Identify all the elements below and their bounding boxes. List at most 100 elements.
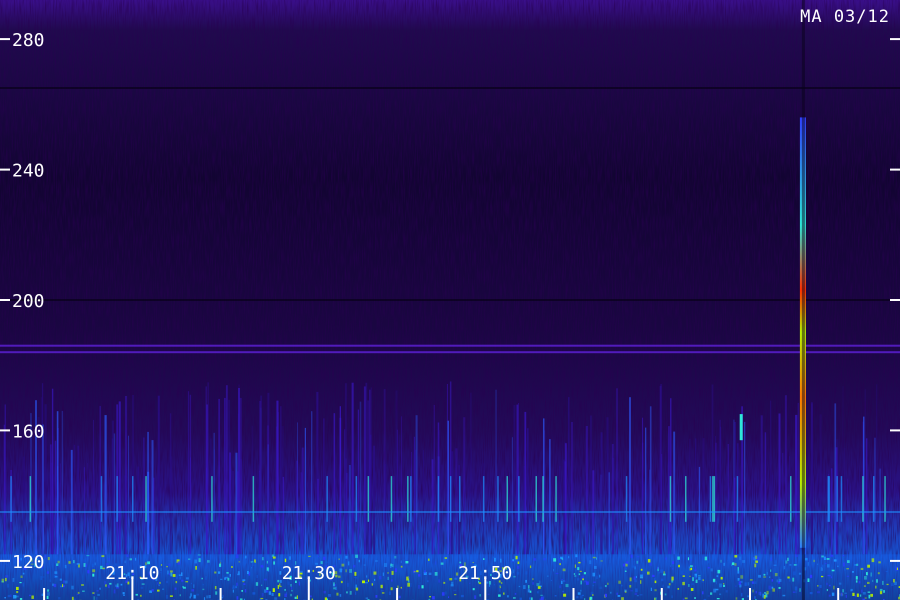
noise-floor-speck xyxy=(766,571,768,575)
noise-floor-speck xyxy=(809,592,813,595)
noise-floor-speck xyxy=(224,577,226,580)
noise-floor-speck xyxy=(99,587,101,590)
noise-floor-speck xyxy=(451,581,454,586)
noise-streak xyxy=(720,426,722,555)
noise-floor-speck xyxy=(692,577,694,582)
noise-floor-speck xyxy=(513,597,516,599)
noise-floor-speck xyxy=(47,592,50,596)
noise-floor-speck xyxy=(624,570,627,572)
noise-floor-speck xyxy=(387,576,389,580)
noise-floor-speck xyxy=(100,565,103,570)
noise-floor-speck xyxy=(636,595,639,597)
noise-floor-speck xyxy=(120,583,123,586)
noise-streak-bright xyxy=(685,476,687,522)
noise-floor-speck xyxy=(574,575,577,577)
noise-floor-speck xyxy=(563,593,567,597)
noise-floor-speck xyxy=(589,560,592,564)
noise-floor-speck xyxy=(190,582,192,585)
noise-floor-speck xyxy=(830,554,834,557)
noise-floor-speck xyxy=(93,596,95,600)
noise-floor-speck xyxy=(716,580,717,585)
noise-streak-bright xyxy=(145,476,147,522)
noise-floor-speck xyxy=(29,594,31,597)
noise-floor-speck xyxy=(398,595,401,599)
noise-floor-speck xyxy=(625,563,628,567)
noise-floor-speck xyxy=(227,577,230,581)
noise-floor-speck xyxy=(830,576,833,579)
noise-floor-speck xyxy=(667,585,670,589)
noise-floor-speck xyxy=(338,558,340,560)
noise-floor-speck xyxy=(365,597,369,600)
x-tick-label: 21:10 xyxy=(105,563,159,584)
noise-streak xyxy=(357,409,359,555)
noise-floor-speck xyxy=(234,585,237,589)
noise-floor-speck xyxy=(198,558,201,563)
noise-floor-speck xyxy=(115,584,119,587)
noise-floor-speck xyxy=(855,576,858,580)
noise-floor-speck xyxy=(232,589,234,593)
noise-floor-speck xyxy=(592,572,595,577)
noise-streak-bright xyxy=(712,476,714,522)
noise-floor-speck xyxy=(838,582,842,585)
noise-floor-speck xyxy=(664,557,667,560)
noise-floor-speck xyxy=(698,576,701,580)
noise-floor-speck xyxy=(555,564,557,568)
noise-floor-speck xyxy=(105,584,107,587)
noise-streak-bright xyxy=(326,476,328,522)
noise-floor-speck xyxy=(46,595,49,599)
noise-floor-speck xyxy=(31,595,34,599)
noise-floor-speck xyxy=(896,567,898,570)
noise-floor-speck xyxy=(382,572,384,576)
noise-floor-speck xyxy=(847,560,850,563)
noise-floor-speck xyxy=(647,571,650,575)
noise-floor-speck xyxy=(243,583,246,585)
noise-floor-speck xyxy=(864,576,867,580)
noise-floor-speck xyxy=(577,592,581,595)
noise-floor-speck xyxy=(783,565,786,570)
noise-streak xyxy=(23,456,25,555)
noise-floor-speck xyxy=(179,576,181,580)
noise-streak xyxy=(323,418,325,555)
noise-floor-speck xyxy=(260,565,264,568)
noise-streak-bright xyxy=(709,476,712,522)
noise-floor-speck xyxy=(255,582,259,586)
noise-streak xyxy=(267,425,269,555)
noise-floor-speck xyxy=(640,574,643,579)
noise-floor-speck xyxy=(758,574,761,578)
noise-floor-speck xyxy=(264,589,267,593)
noise-floor-speck xyxy=(277,579,280,583)
noise-floor-speck xyxy=(807,578,810,582)
noise-streak xyxy=(282,476,285,555)
noise-floor-speck xyxy=(323,590,326,594)
noise-floor-speck xyxy=(262,557,264,561)
noise-streak xyxy=(50,444,52,555)
noise-floor-speck xyxy=(855,580,858,583)
noise-floor-speck xyxy=(604,593,607,598)
noise-floor-speck xyxy=(792,591,796,593)
noise-floor-speck xyxy=(149,590,152,593)
interference-line xyxy=(0,344,900,347)
noise-floor-speck xyxy=(793,564,797,566)
noise-floor-speck xyxy=(886,583,889,586)
noise-floor-speck xyxy=(517,565,520,569)
noise-floor-speck xyxy=(220,559,223,563)
noise-floor-speck xyxy=(375,560,378,562)
noise-floor-speck xyxy=(197,554,201,556)
noise-floor-speck xyxy=(290,586,293,590)
noise-streak-bright xyxy=(410,476,412,522)
noise-floor-speck xyxy=(76,563,80,565)
noise-floor-speck xyxy=(75,563,77,567)
noise-streak xyxy=(608,472,610,555)
noise-streak xyxy=(150,448,151,555)
noise-floor-speck xyxy=(863,585,866,587)
noise-floor-speck xyxy=(823,556,826,560)
noise-floor-speck xyxy=(813,559,815,563)
noise-floor-speck xyxy=(737,567,739,571)
noise-floor-speck xyxy=(770,557,772,561)
noise-floor-speck xyxy=(739,556,741,560)
noise-streak xyxy=(876,384,878,555)
noise-floor-speck xyxy=(94,562,96,566)
noise-floor-speck xyxy=(690,565,693,568)
noise-floor-speck xyxy=(244,555,247,559)
noise-floor-speck xyxy=(394,568,397,573)
